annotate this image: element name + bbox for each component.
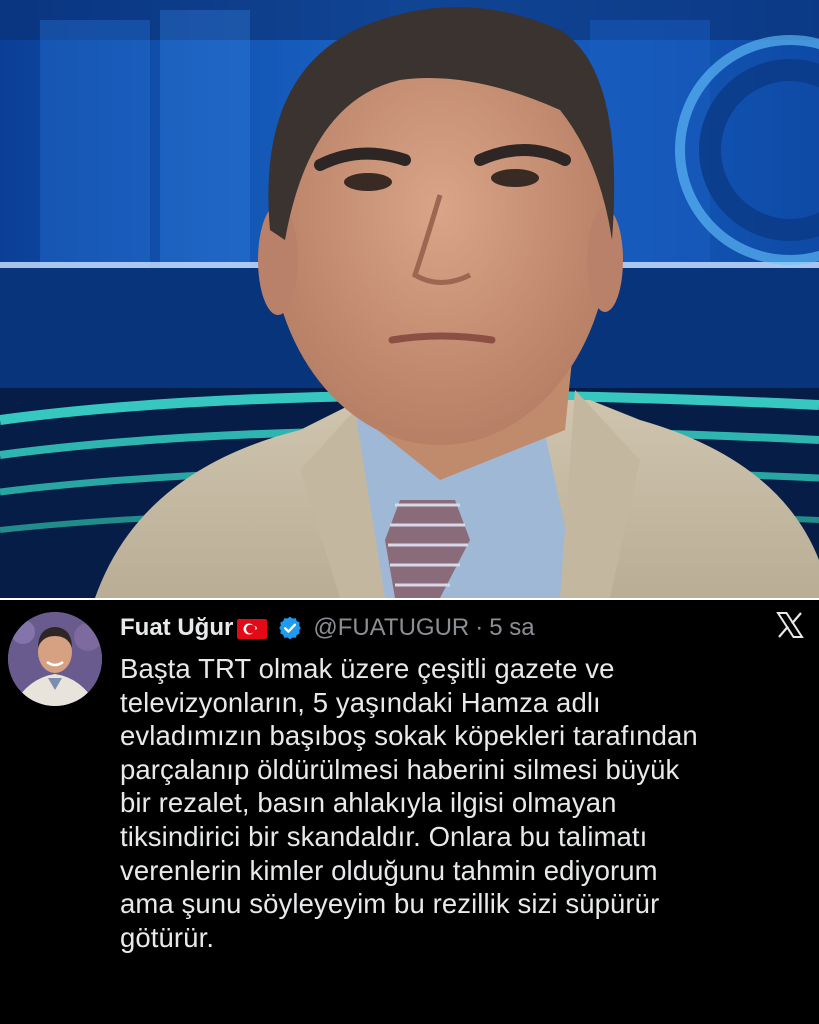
turkey-flag-icon bbox=[237, 618, 268, 639]
x-logo-icon[interactable] bbox=[775, 610, 805, 640]
tweet-text: Başta TRT olmak üzere çeşitli gazete ve … bbox=[120, 653, 698, 953]
avatar[interactable] bbox=[8, 612, 102, 706]
timestamp[interactable]: 5 sa bbox=[489, 614, 534, 642]
user-handle[interactable]: @FUATUGUR bbox=[313, 614, 469, 642]
display-name[interactable]: Fuat Uğur bbox=[120, 614, 233, 642]
tweet-header: Fuat Uğur @FUATUGUR · 5 sa bbox=[120, 608, 799, 648]
verified-badge-icon bbox=[277, 615, 303, 641]
tweet-card[interactable]: Fuat Uğur @FUATUGUR · 5 sa Başta TRT olm… bbox=[0, 600, 819, 1024]
studio-portrait-photo bbox=[0, 0, 819, 598]
separator-dot: · bbox=[475, 614, 484, 641]
